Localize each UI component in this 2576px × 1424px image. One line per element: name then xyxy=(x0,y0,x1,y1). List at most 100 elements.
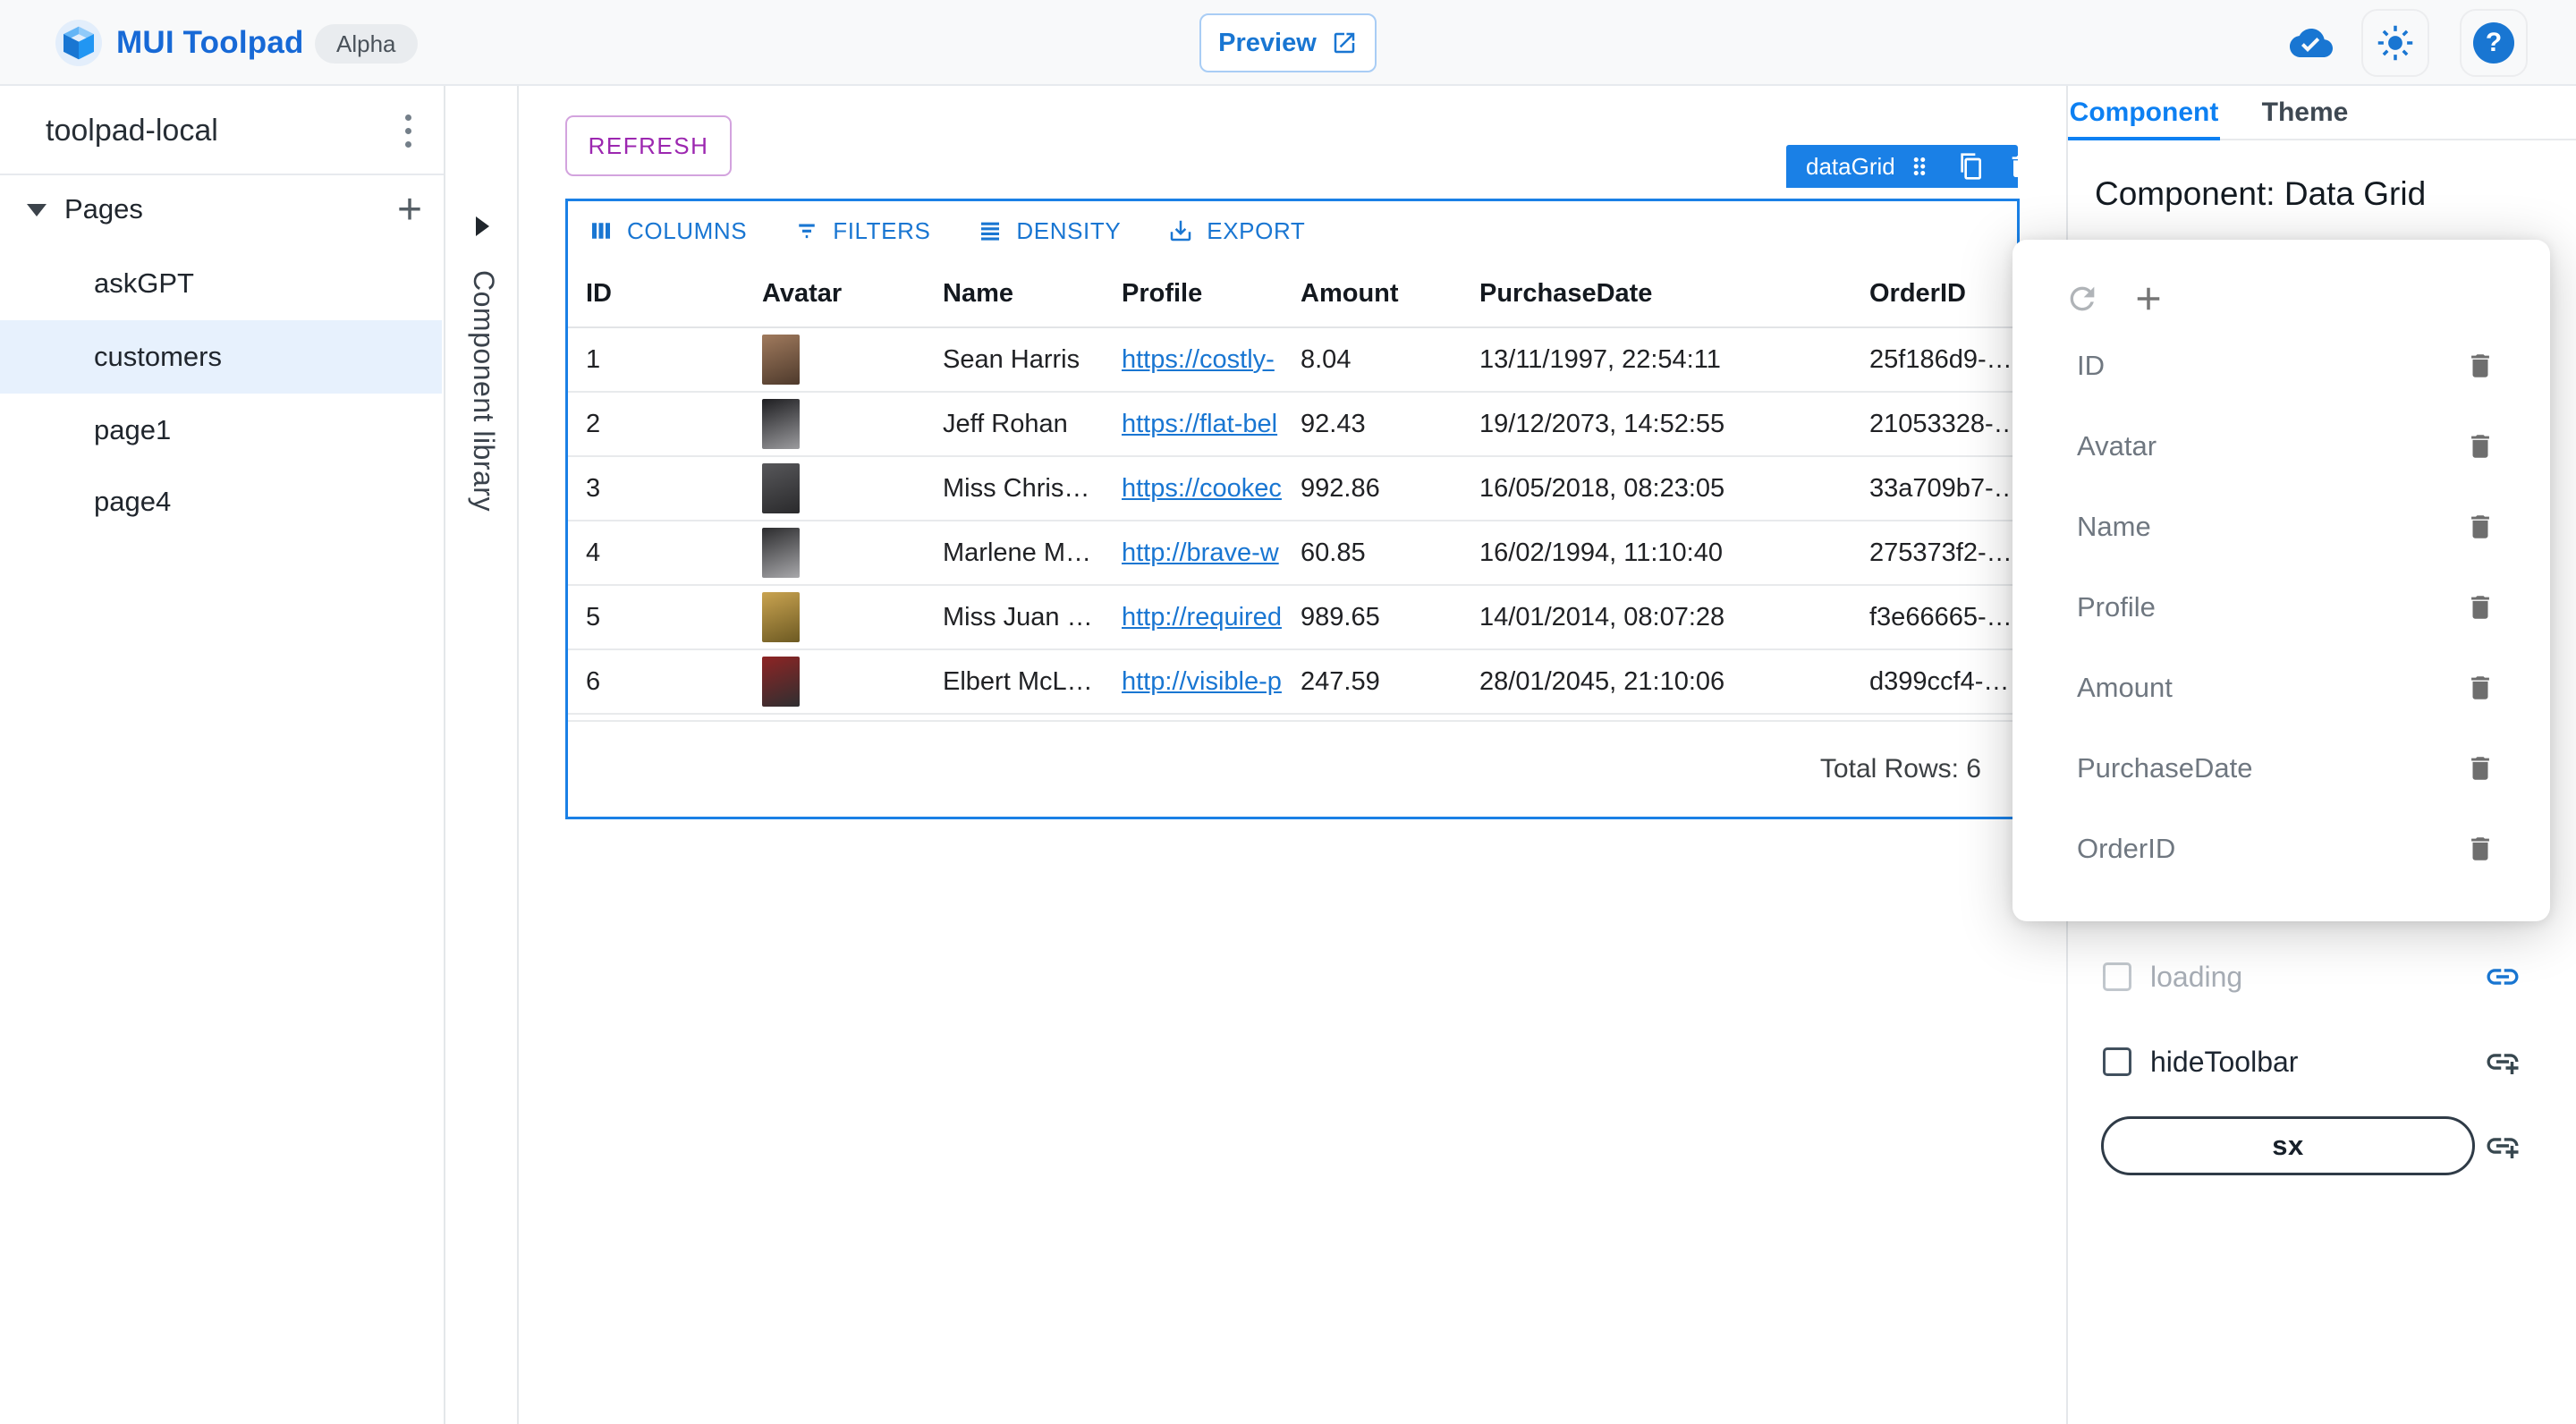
help-button[interactable]: ? xyxy=(2460,9,2528,77)
table-row[interactable]: 6Elbert McL…http://visible-p247.5928/01/… xyxy=(568,650,2017,715)
column-header-orderid[interactable]: OrderID xyxy=(1869,279,2017,309)
project-row: toolpad-local xyxy=(0,86,444,175)
column-header-id[interactable]: ID xyxy=(586,279,762,309)
filters-button[interactable]: FILTERS xyxy=(793,217,930,245)
delete-column-icon[interactable] xyxy=(2461,427,2500,466)
column-list-item[interactable]: OrderID xyxy=(2012,809,2550,889)
delete-column-icon[interactable] xyxy=(2461,588,2500,627)
sidebar-item-label: customers xyxy=(94,341,222,373)
column-header-purchasedate[interactable]: PurchaseDate xyxy=(1479,279,1869,309)
profile-link[interactable]: http://required xyxy=(1122,603,1282,631)
expand-library-arrow-icon[interactable] xyxy=(476,216,489,236)
column-item-label: Avatar xyxy=(2077,430,2157,462)
component-library-label: Component library xyxy=(467,270,500,512)
profile-link[interactable]: http://visible-p xyxy=(1122,667,1282,696)
table-row[interactable]: 4Marlene M…http://brave-w60.8516/02/1994… xyxy=(568,521,2017,586)
pages-section-label: Pages xyxy=(64,184,143,234)
column-list-item[interactable]: ID xyxy=(2012,326,2550,406)
duplicate-icon[interactable] xyxy=(1956,152,1985,181)
export-button[interactable]: EXPORT xyxy=(1167,217,1305,245)
add-binding-icon[interactable] xyxy=(2483,1042,2522,1081)
table-row[interactable]: 1Sean Harrishttps://costly-8.0413/11/199… xyxy=(568,328,2017,393)
inspector-heading: Component: Data Grid xyxy=(2095,175,2426,213)
delete-column-icon[interactable] xyxy=(2461,668,2500,708)
refresh-button[interactable]: REFRESH xyxy=(565,115,732,176)
table-row[interactable]: 5Miss Juan …http://required989.6514/01/2… xyxy=(568,586,2017,650)
data-grid-toolbar: COLUMNS FILTERS DENSITY xyxy=(568,201,2017,260)
add-page-button[interactable]: + xyxy=(385,184,435,234)
column-header-avatar[interactable]: Avatar xyxy=(762,279,943,309)
table-row[interactable]: 2Jeff Rohanhttps://flat-bel92.4319/12/20… xyxy=(568,393,2017,457)
columns-editor-popover: ID Avatar Name Profile AmountPurchaseDateOrd… xyxy=(2012,240,2550,921)
profile-link[interactable]: https://costly- xyxy=(1122,345,1275,374)
delete-column-icon[interactable] xyxy=(2461,829,2500,869)
density-button-label: DENSITY xyxy=(1016,217,1121,245)
loading-checkbox[interactable] xyxy=(2103,962,2131,991)
refresh-columns-icon[interactable] xyxy=(2061,277,2104,320)
sx-button[interactable]: sx xyxy=(2101,1116,2475,1175)
column-header-name[interactable]: Name xyxy=(943,279,1122,309)
delete-column-icon[interactable] xyxy=(2461,346,2500,386)
hidetoolbar-checkbox[interactable] xyxy=(2103,1047,2131,1076)
sidebar-item-page1[interactable]: page1 xyxy=(0,394,442,467)
preview-button[interactable]: Preview xyxy=(1199,13,1377,72)
cell-orderid: d399ccf4-… xyxy=(1869,667,2017,697)
column-list-item[interactable]: Amount xyxy=(2012,648,2550,728)
hidetoolbar-label: hideToolbar xyxy=(2150,1035,2298,1089)
profile-link[interactable]: https://flat-bel xyxy=(1122,410,1277,438)
column-list-item[interactable]: Profile xyxy=(2012,567,2550,648)
drag-handle-icon[interactable] xyxy=(1906,153,1933,180)
theme-toggle-button[interactable] xyxy=(2361,9,2429,77)
toolpad-logo xyxy=(55,20,102,66)
column-header-amount[interactable]: Amount xyxy=(1301,279,1479,309)
popover-actions xyxy=(2061,277,2170,320)
cell-name: Marlene M… xyxy=(943,538,1122,568)
binding-link-icon[interactable] xyxy=(2483,957,2522,996)
project-menu-button[interactable] xyxy=(386,109,429,152)
collapse-arrow-icon[interactable] xyxy=(27,204,47,216)
columns-button[interactable]: COLUMNS xyxy=(588,217,747,245)
cell-purchasedate: 16/02/1994, 11:10:40 xyxy=(1479,538,1869,568)
column-list-item[interactable]: Avatar xyxy=(2012,406,2550,487)
cell-orderid: 33a709b7-… xyxy=(1869,474,2017,504)
cell-amount: 92.43 xyxy=(1301,410,1479,439)
column-list-item[interactable]: PurchaseDate xyxy=(2012,728,2550,809)
data-grid[interactable]: COLUMNS FILTERS DENSITY xyxy=(565,199,2020,819)
cell-id: 6 xyxy=(586,667,762,697)
sidebar-item-customers[interactable]: customers xyxy=(0,320,442,394)
prop-loading-row: loading xyxy=(2068,950,2576,1004)
profile-link[interactable]: https://cookec xyxy=(1122,474,1282,503)
cell-orderid: 25f186d9-… xyxy=(1869,345,2017,375)
avatar xyxy=(762,528,800,578)
cell-amount: 989.65 xyxy=(1301,603,1479,632)
inspector-tabbar: Component Theme xyxy=(2068,86,2576,140)
avatar xyxy=(762,399,800,449)
grid-rows: 1Sean Harrishttps://costly-8.0413/11/199… xyxy=(568,328,2017,715)
add-binding-icon[interactable] xyxy=(2483,1126,2522,1165)
column-item-label: Name xyxy=(2077,511,2151,543)
cell-id: 4 xyxy=(586,538,762,568)
tab-theme[interactable]: Theme xyxy=(2220,86,2390,139)
sidebar-item-page4[interactable]: page4 xyxy=(0,465,442,538)
selection-chip[interactable]: dataGrid xyxy=(1786,145,2018,188)
popover-column-list: ID Avatar Name Profile AmountPurchaseDateOrd… xyxy=(2012,326,2550,889)
column-item-label: Profile xyxy=(2077,591,2156,623)
density-button[interactable]: DENSITY xyxy=(977,217,1121,245)
alpha-badge: Alpha xyxy=(315,24,418,64)
delete-column-icon[interactable] xyxy=(2461,507,2500,547)
tab-component[interactable]: Component xyxy=(2068,86,2220,139)
delete-column-icon[interactable] xyxy=(2461,749,2500,788)
download-icon xyxy=(1167,217,1194,244)
sidebar-item-askgpt[interactable]: askGPT xyxy=(0,247,442,320)
column-header-profile[interactable]: Profile xyxy=(1122,279,1301,309)
add-column-icon[interactable] xyxy=(2127,277,2170,320)
cell-amount: 992.86 xyxy=(1301,474,1479,504)
table-row[interactable]: 3Miss Chris…https://cookec992.8616/05/20… xyxy=(568,457,2017,521)
cell-avatar xyxy=(762,399,943,449)
profile-link[interactable]: http://brave-w xyxy=(1122,538,1279,567)
column-list-item[interactable]: Name xyxy=(2012,487,2550,567)
delete-icon[interactable] xyxy=(2006,152,2035,181)
cell-name: Miss Chris… xyxy=(943,474,1122,504)
sidebar-item-label: page1 xyxy=(94,414,171,446)
cell-amount: 247.59 xyxy=(1301,667,1479,697)
